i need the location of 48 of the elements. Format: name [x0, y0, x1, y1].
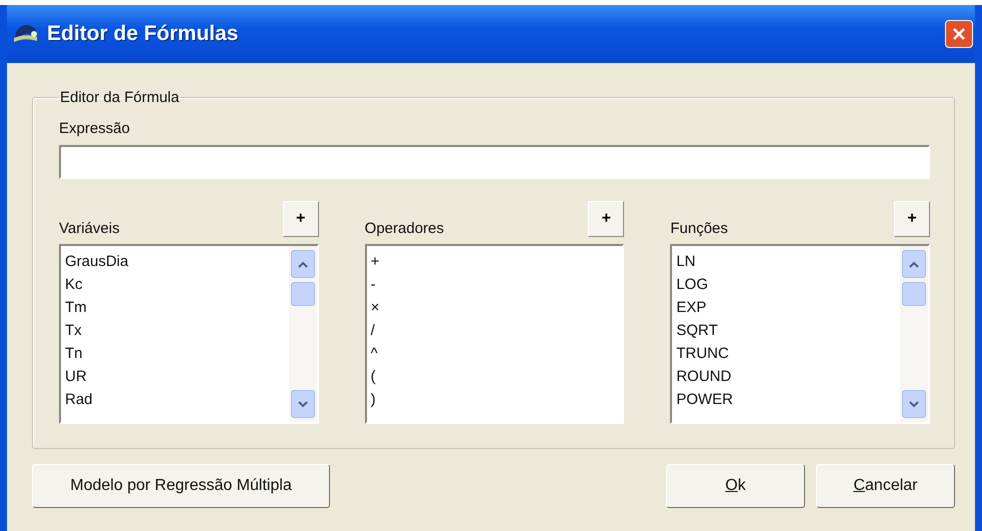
- list-label: Variáveis: [59, 220, 120, 237]
- list-item[interactable]: ROUND: [676, 365, 900, 388]
- list-item[interactable]: UR: [65, 365, 289, 388]
- list-item[interactable]: ×: [370, 296, 622, 319]
- scrollbar[interactable]: [288, 246, 317, 422]
- scroll-thumb[interactable]: [902, 282, 926, 306]
- add-button[interactable]: +: [588, 201, 624, 237]
- scroll-down-icon[interactable]: [902, 390, 926, 418]
- list-box[interactable]: GrausDia Kc Tm Tx Tn UR Rad: [59, 244, 319, 424]
- scrollbar[interactable]: [900, 246, 928, 422]
- list-label: Operadores: [364, 220, 444, 237]
- list-item[interactable]: (: [370, 365, 622, 388]
- group-legend: Editor da Fórmula: [59, 89, 180, 106]
- add-button[interactable]: +: [894, 201, 930, 237]
- cancel-button[interactable]: Cancelar: [816, 464, 955, 508]
- list-item[interactable]: +: [370, 250, 622, 273]
- list-item[interactable]: POWER: [676, 388, 900, 411]
- add-button[interactable]: +: [282, 201, 319, 237]
- list-box[interactable]: LN LOG EXP SQRT TRUNC ROUND POWER: [670, 244, 930, 424]
- list-item[interactable]: SQRT: [676, 319, 900, 342]
- scroll-thumb[interactable]: [290, 282, 315, 306]
- window-title: Editor de Fórmulas: [47, 22, 240, 46]
- list-item[interactable]: GrausDia: [65, 250, 289, 273]
- list-item[interactable]: TRUNC: [676, 342, 900, 365]
- list-item[interactable]: Tn: [65, 342, 289, 365]
- list-item[interactable]: Kc: [65, 273, 289, 296]
- list-item[interactable]: /: [370, 319, 622, 342]
- list-label: Funções: [670, 220, 728, 237]
- close-icon: [952, 27, 966, 41]
- list-item[interactable]: Tx: [65, 319, 289, 342]
- list-item[interactable]: Tm: [65, 296, 289, 319]
- app-logo-icon: [13, 23, 39, 45]
- scroll-up-icon[interactable]: [902, 250, 926, 278]
- list-item[interactable]: LOG: [676, 273, 900, 296]
- list-item[interactable]: ^: [370, 342, 622, 365]
- scroll-up-icon[interactable]: [290, 250, 315, 278]
- expression-label: Expressão: [59, 120, 131, 137]
- ok-button[interactable]: Ok: [666, 464, 805, 508]
- list-item[interactable]: -: [370, 273, 622, 296]
- list-box[interactable]: + - × / ^ ( ): [364, 244, 624, 424]
- list-item[interactable]: Rad: [65, 388, 289, 411]
- list-item[interactable]: LN: [676, 250, 900, 273]
- regression-model-button[interactable]: Modelo por Regressão Múltipla: [32, 464, 330, 508]
- list-item[interactable]: EXP: [676, 296, 900, 319]
- list-item[interactable]: ): [370, 388, 622, 411]
- close-button[interactable]: [945, 20, 973, 48]
- scroll-down-icon[interactable]: [290, 390, 315, 418]
- expression-field[interactable]: [59, 145, 930, 179]
